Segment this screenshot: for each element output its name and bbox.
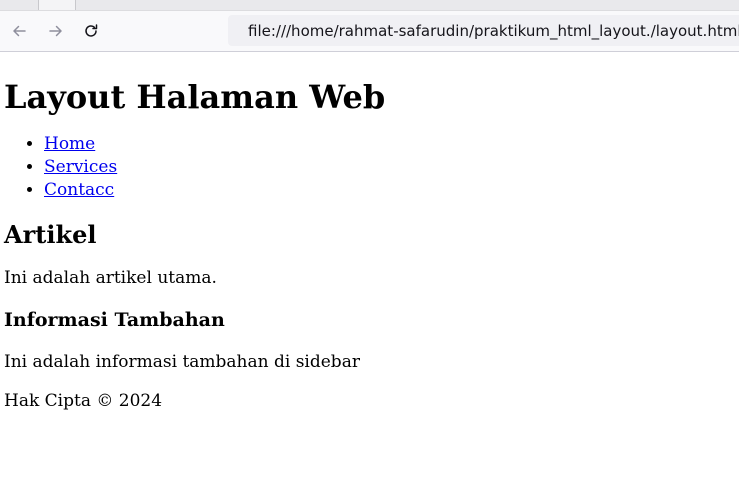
sidebar-heading: Informasi Tambahan: [4, 309, 225, 331]
nav-item-services: Services: [44, 156, 735, 179]
page-content: Layout Halaman Web Home Services Contacc…: [0, 77, 739, 412]
reload-button[interactable]: [80, 20, 102, 42]
browser-tab[interactable]: [38, 0, 76, 10]
forward-button[interactable]: [45, 20, 67, 42]
nav-item-home: Home: [44, 133, 735, 156]
nav-link-services[interactable]: Services: [44, 157, 117, 177]
nav-list: Home Services Contacc: [4, 133, 735, 202]
arrow-right-icon: [49, 25, 62, 37]
page-title: Layout Halaman Web: [4, 78, 386, 116]
back-button[interactable]: [8, 20, 30, 42]
tab-strip: [0, 0, 739, 11]
article-text: Ini adalah artikel utama.: [4, 268, 217, 288]
reload-icon: [85, 24, 98, 37]
article-heading: Artikel: [4, 220, 97, 249]
arrow-left-icon: [13, 25, 26, 37]
sidebar-text: Ini adalah informasi tambahan di sidebar: [4, 352, 360, 372]
footer-text: Hak Cipta © 2024: [4, 391, 163, 411]
browser-toolbar: file:///home/rahmat-safarudin/praktikum_…: [0, 11, 739, 52]
address-bar[interactable]: file:///home/rahmat-safarudin/praktikum_…: [228, 15, 739, 46]
nav-link-contact[interactable]: Contacc: [44, 180, 114, 200]
nav-link-home[interactable]: Home: [44, 134, 95, 154]
url-text[interactable]: file:///home/rahmat-safarudin/praktikum_…: [248, 22, 739, 40]
nav-item-contact: Contacc: [44, 179, 735, 202]
